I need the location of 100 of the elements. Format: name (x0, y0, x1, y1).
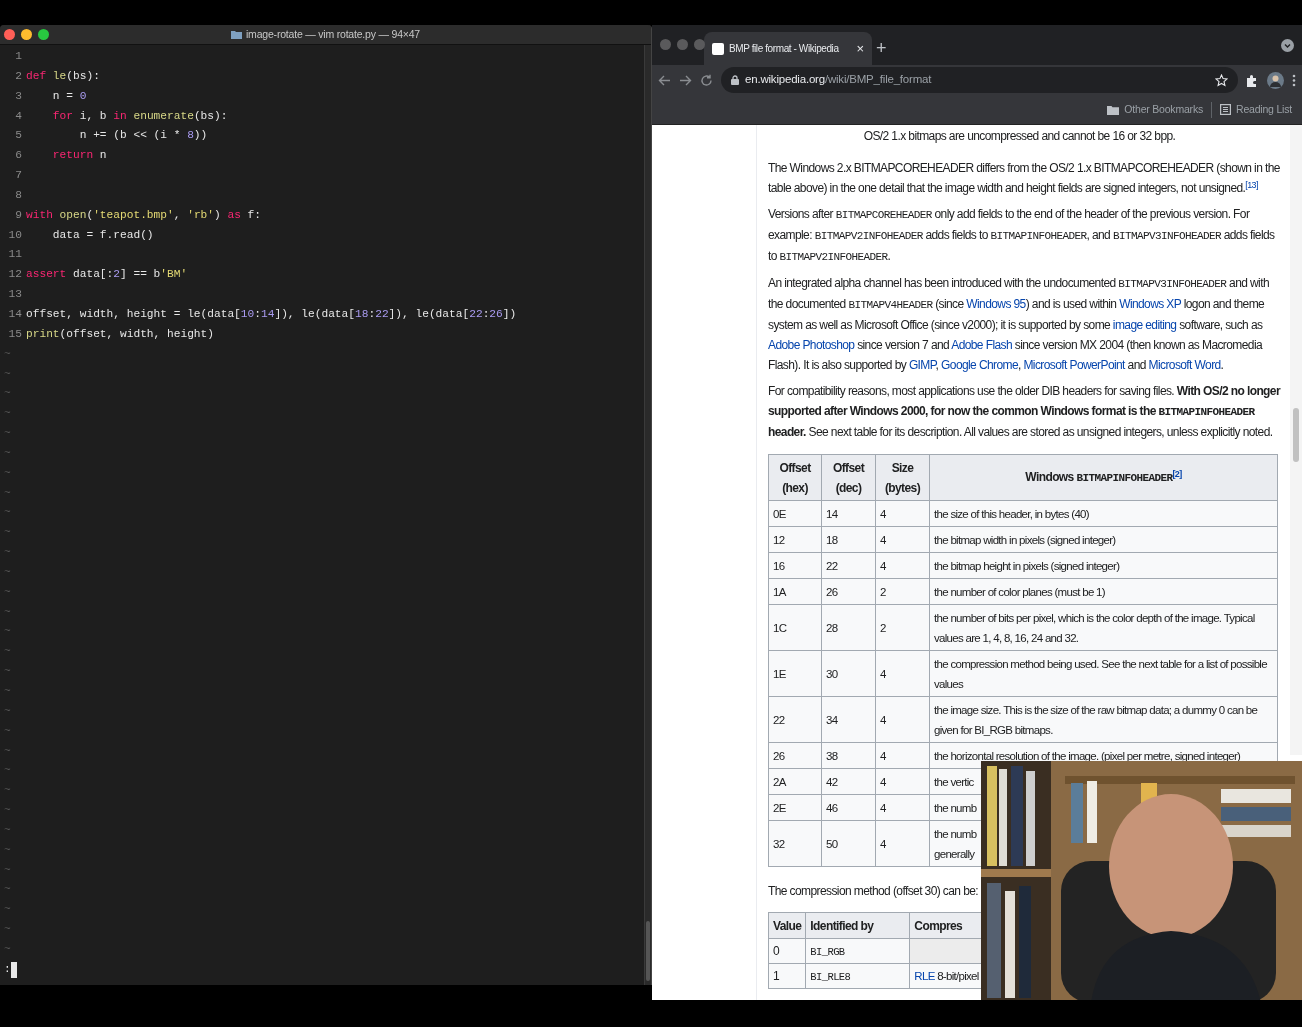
code-line: offset, width, height = le(data[10:14]), le(data[18:22]), le(data[22:26]) (26, 306, 517, 322)
line-number: 5 (14, 128, 23, 144)
code-line: def le(bs): (26, 68, 100, 84)
command-line[interactable]: : (4, 959, 11, 980)
tilde-marker: ~ (3, 645, 11, 658)
line-number: 13 (7, 287, 23, 303)
link[interactable]: GIMP (908, 358, 936, 372)
window-title: image-rotate — vim rotate.py — 94×47 (246, 26, 420, 42)
table-cell: BI_RGB (810, 945, 845, 958)
tilde-marker: ~ (3, 823, 11, 836)
link[interactable]: Windows 95 (966, 297, 1026, 311)
forward-icon[interactable] (679, 73, 692, 87)
line-number: 11 (7, 247, 23, 263)
column-header: Value (773, 918, 802, 933)
minimize-button[interactable] (21, 29, 32, 40)
table-cell: 4 (880, 507, 886, 520)
link[interactable]: Windows XP (1119, 297, 1181, 311)
back-icon[interactable] (658, 73, 671, 87)
tilde-marker: ~ (3, 585, 11, 598)
tilde-marker: ~ (3, 665, 11, 678)
tab-close-button[interactable]: × (856, 38, 864, 59)
tilde-marker: ~ (3, 942, 11, 955)
paragraph: An integrated alpha channel has been introduced with the undocumented BITMAPV3INFOHEADER and with the documented BITMAPV4HEADER (since Windows 95) and is used within Windows XP logon and theme system as well as Microsoft Office (since v2000); it is supported by some image editing software, such as Adobe Photoshop since version 7 and Adobe Flash since version MX 2004 (then known as Macromedia Flash). It is also supported by GIMP, Google Chrome, Microsoft PowerPoint and Microsoft Word. (768, 275, 1270, 374)
table-cell: 50 (826, 837, 838, 850)
paragraph: The compression method (offset 30) can be: (768, 883, 980, 900)
cursor (10, 961, 17, 978)
tilde-marker: ~ (3, 625, 11, 638)
bookmark-star-icon[interactable] (1215, 73, 1228, 87)
link[interactable]: RLE (914, 970, 935, 982)
tilde-marker: ~ (3, 883, 11, 896)
link[interactable]: Google Chrome (941, 358, 1018, 372)
table-cell: 1C (773, 621, 787, 634)
link[interactable]: Adobe Photoshop (768, 338, 855, 352)
table-cell: the numb (934, 801, 977, 814)
url-text: en.wikipedia.org/wiki/BMP_file_format (745, 72, 933, 88)
table-cell: BI_RLE8 (810, 970, 851, 983)
tilde-marker: ~ (3, 506, 11, 519)
code-line: n = 0 (51, 88, 87, 104)
table-cell: 28 (826, 621, 838, 634)
bookmark-link[interactable]: Reading List (1236, 101, 1292, 118)
avatar-icon[interactable] (1267, 71, 1284, 89)
line-number: 10 (7, 227, 23, 243)
scrollbar[interactable] (1290, 125, 1302, 755)
table-cell: 14 (826, 507, 838, 520)
tab-search-icon[interactable] (1281, 39, 1294, 52)
code-line: for i, b in enumerate(bs): (51, 108, 228, 124)
new-tab-button[interactable]: + (876, 39, 887, 57)
tilde-marker: ~ (3, 347, 11, 360)
table-cell: 4 (880, 837, 886, 850)
table-cell: 4 (880, 533, 886, 546)
column-header: Size (bytes) (884, 460, 921, 495)
table-cell: the horizontal resolution of the image. (pixel per metre, signed integer) (934, 749, 1241, 762)
table-cell: 22 (826, 559, 838, 572)
link[interactable]: Microsoft PowerPoint (1023, 358, 1125, 372)
tilde-marker: ~ (3, 903, 11, 916)
folder-icon (231, 30, 242, 39)
table-cell: the numb generally (934, 827, 977, 860)
table-cell: 22 (773, 713, 785, 726)
table-cell: 2E (773, 801, 786, 814)
link[interactable]: Microsoft Word (1148, 358, 1221, 372)
reference-link[interactable]: [13] (1245, 179, 1258, 190)
link[interactable]: image editing (1112, 318, 1177, 332)
link[interactable]: Adobe Flash (951, 338, 1012, 352)
browser-tab[interactable]: BMP file format - Wikipedia × (704, 32, 872, 65)
column-header: Offset (dec) (832, 460, 865, 495)
reference-link[interactable]: [2] (1172, 468, 1182, 479)
column-header: Identified by (810, 918, 874, 933)
table-cell: 0 (773, 944, 780, 958)
puzzle-icon[interactable] (1246, 73, 1259, 87)
table-cell: the number of color planes (must be 1) (934, 585, 1105, 598)
line-number: 14 (7, 306, 23, 322)
line-number: 12 (7, 267, 23, 283)
table-cell: 30 (826, 667, 838, 680)
bookmark-link[interactable]: Other Bookmarks (1124, 101, 1203, 118)
tilde-marker: ~ (3, 427, 11, 440)
code-line: n += (b << (i * 8)) (78, 128, 208, 144)
tilde-marker: ~ (3, 367, 11, 380)
tilde-marker: ~ (3, 605, 11, 618)
tilde-marker: ~ (3, 724, 11, 737)
paragraph: The Windows 2.x BITMAPCOREHEADER differs from the OS/2 1.x BITMAPCOREHEADER (shown in the table above) in the one detail that the image width and height fields are signed integers, not unsigned.$^{[13]}$ (768, 160, 1281, 197)
table-cell: the compression method being used. See the next table for a list of possible values (934, 657, 1267, 690)
reload-icon[interactable] (700, 73, 713, 87)
line-number: 7 (14, 168, 23, 184)
lock-icon (731, 75, 739, 85)
table-cell: 18 (826, 533, 838, 546)
close-button[interactable] (660, 39, 671, 50)
line-number: 4 (14, 108, 23, 124)
address-bar[interactable]: en.wikipedia.org/wiki/BMP_file_format (721, 67, 1238, 93)
table-cell: 42 (826, 775, 838, 788)
line-number: 8 (14, 187, 23, 203)
scrollbar[interactable] (644, 45, 651, 985)
table-cell: 4 (880, 713, 886, 726)
code-line: data = f.read() (51, 227, 154, 243)
menu-icon[interactable] (1292, 73, 1296, 87)
line-number: 2 (14, 68, 23, 84)
tilde-marker: ~ (3, 804, 11, 817)
zoom-button[interactable] (38, 29, 49, 40)
image-caption: OS/2 1.x bitmaps are uncompressed and cannot be 16 or 32 bpp. (862, 128, 1177, 145)
table-cell: 0E (773, 507, 786, 520)
close-button[interactable] (4, 29, 15, 40)
